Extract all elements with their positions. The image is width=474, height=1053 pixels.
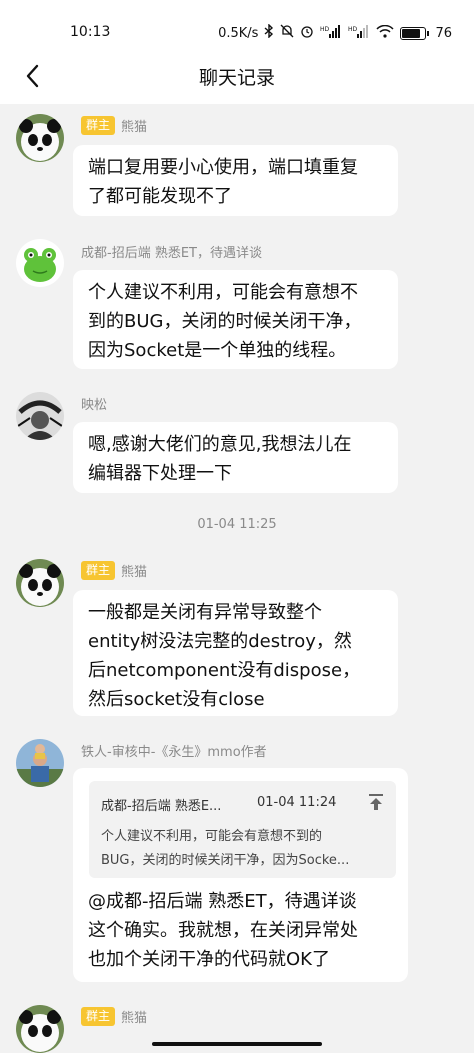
message-text: entity树没法完整的destroy，然 bbox=[88, 631, 352, 652]
wifi-icon bbox=[376, 24, 394, 42]
message-text: 嗯,感谢大佬们的意见,我想法儿在 bbox=[88, 434, 352, 455]
sender-name: 熊猫 bbox=[121, 565, 148, 580]
message-text: 这个确实。我就想，在关闭异常处 bbox=[88, 920, 358, 941]
sender-name: 熊猫 bbox=[121, 1011, 148, 1026]
timestamp-divider: 01-04 11:25 bbox=[197, 517, 277, 532]
owner-badge: 群主 bbox=[81, 116, 116, 135]
quote-text: 个人建议不利用，可能会有意想不到的 bbox=[101, 829, 323, 844]
panda-avatar[interactable] bbox=[16, 1005, 64, 1053]
message-meta: 成都-招后端 熟悉ET，待遇详谈 bbox=[81, 242, 262, 261]
owner-badge: 群主 bbox=[81, 1007, 116, 1026]
message-text-block: @成都-招后端 熟悉ET，待遇详谈 这个确实。我就想，在关闭异常处 也加个关闭干… bbox=[88, 887, 358, 974]
message-text: 然后socket没有close bbox=[88, 689, 265, 710]
battery-icon bbox=[400, 26, 427, 40]
quote-time: 01-04 11:24 bbox=[257, 795, 337, 810]
message-text: 编辑器下处理一下 bbox=[88, 463, 232, 484]
hd-signal-icon: HD bbox=[348, 24, 370, 42]
message-meta: 群主 熊猫 bbox=[81, 561, 147, 580]
message-text: 后netcomponent没有dispose， bbox=[88, 660, 361, 681]
quoted-message[interactable]: 成都-招后端 熟悉E... 01-04 11:24 个人建议不利用，可能会有意想… bbox=[89, 781, 396, 878]
status-time: 10:13 bbox=[70, 24, 111, 40]
message-text: 端口复用要小心使用，端口填重复 bbox=[88, 157, 358, 178]
mute-icon bbox=[280, 24, 294, 42]
message-meta: 群主 熊猫 bbox=[81, 1007, 147, 1026]
panda-avatar[interactable] bbox=[16, 559, 64, 607]
message-bubble[interactable]: 嗯,感谢大佬们的意见,我想法儿在 编辑器下处理一下 bbox=[73, 422, 398, 493]
status-icons: 0.5K/s HD HD 76 bbox=[218, 23, 452, 42]
svg-text:HD: HD bbox=[320, 26, 330, 33]
svg-text:HD: HD bbox=[348, 26, 358, 33]
message-bubble[interactable]: 端口复用要小心使用，端口填重复 了都可能发现不了 bbox=[73, 145, 398, 216]
page-title: 聊天记录 bbox=[198, 67, 275, 89]
message-meta: 铁人-审核中-《永生》mmo作者 bbox=[81, 741, 267, 760]
message-text: 个人建议不利用，可能会有意想不 bbox=[88, 282, 358, 303]
message-text: 也加个关闭干净的代码就OK了 bbox=[88, 949, 330, 970]
sender-name: 熊猫 bbox=[121, 120, 148, 135]
bluetooth-icon bbox=[264, 23, 274, 42]
sender-name: 成都-招后端 熟悉ET，待遇详谈 bbox=[81, 246, 262, 261]
message-text: 因为Socket是一个单独的线程。 bbox=[88, 340, 347, 361]
top-bar: 10:13 0.5K/s HD HD 76 聊天记录 bbox=[0, 0, 474, 104]
network-speed: 0.5K/s bbox=[218, 25, 259, 41]
battery-tip bbox=[427, 30, 430, 36]
message-bubble[interactable]: 一般都是关闭有异常导致整个 entity树没法完整的destroy，然 后net… bbox=[73, 590, 398, 716]
quote-text: BUG，关闭的时候关闭干净，因为Socke... bbox=[101, 853, 350, 868]
message-text: 到的BUG，关闭的时候关闭干净， bbox=[88, 311, 362, 332]
hd-signal-icon: HD bbox=[320, 24, 342, 42]
jump-to-original-icon[interactable] bbox=[368, 793, 384, 811]
alarm-icon bbox=[300, 24, 314, 42]
gesture-navigation-bar[interactable] bbox=[152, 1042, 322, 1046]
sketch-avatar[interactable] bbox=[16, 392, 64, 440]
message-text: 一般都是关闭有异常导致整个 bbox=[88, 602, 322, 623]
sender-name: 铁人-审核中-《永生》mmo作者 bbox=[81, 745, 267, 760]
message-bubble[interactable]: 个人建议不利用，可能会有意想不 到的BUG，关闭的时候关闭干净， 因为Socke… bbox=[73, 270, 398, 369]
family-photo-avatar[interactable] bbox=[16, 739, 64, 787]
message-meta: 群主 熊猫 bbox=[81, 116, 147, 135]
frog-avatar[interactable] bbox=[16, 239, 64, 287]
quote-sender: 成都-招后端 熟悉E... bbox=[101, 799, 222, 814]
message-meta: 映松 bbox=[81, 394, 107, 413]
status-bar: 10:13 0.5K/s HD HD 76 bbox=[0, 18, 474, 48]
battery-percent: 76 bbox=[435, 25, 452, 41]
panda-avatar[interactable] bbox=[16, 114, 64, 162]
owner-badge: 群主 bbox=[81, 561, 116, 580]
sender-name: 映松 bbox=[81, 398, 108, 413]
message-text: @成都-招后端 熟悉ET，待遇详谈 bbox=[88, 891, 357, 912]
message-text: 了都可能发现不了 bbox=[88, 186, 232, 207]
